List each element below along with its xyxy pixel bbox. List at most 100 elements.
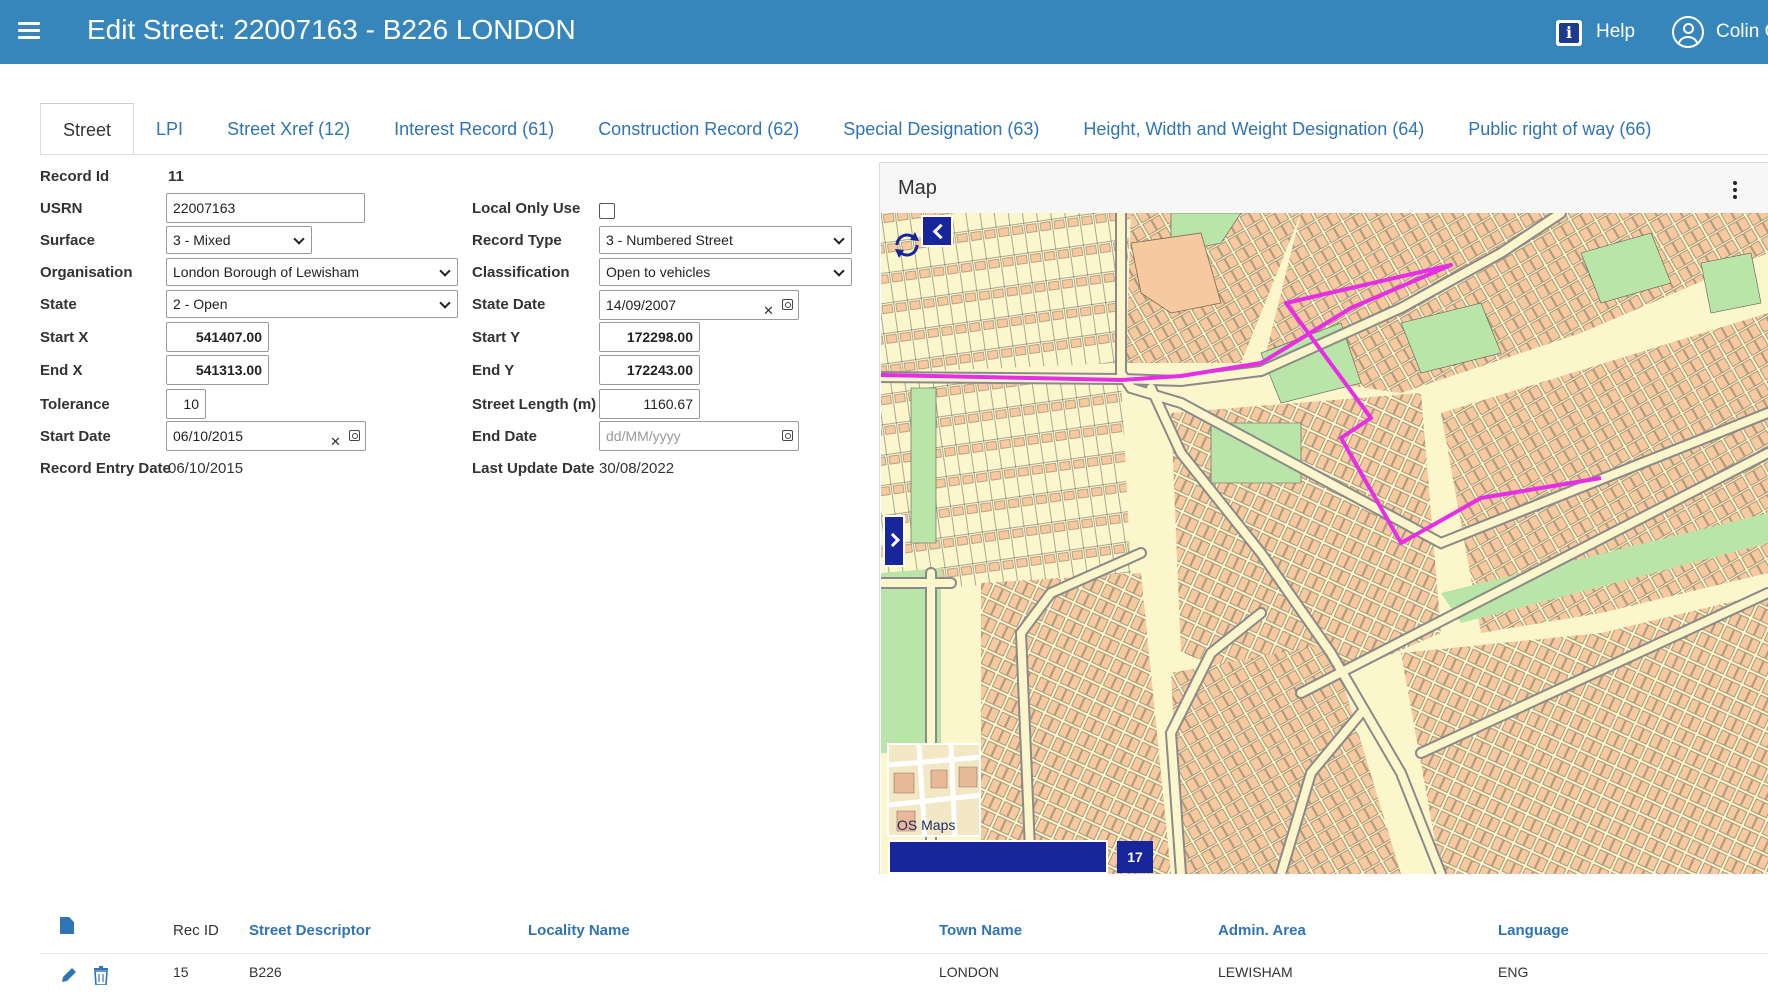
usrn-label: USRN — [40, 200, 83, 217]
start-y-input[interactable]: 172298.00 — [599, 322, 700, 352]
user-name[interactable]: Colin C — [1716, 21, 1768, 43]
street-length-input[interactable]: 1160.67 — [599, 389, 700, 419]
add-record-icon[interactable] — [60, 917, 74, 934]
edit-icon[interactable] — [60, 966, 78, 984]
expand-panel-button[interactable] — [883, 515, 905, 567]
column-header-town-name[interactable]: Town Name — [939, 922, 1022, 939]
start-date-value: 06/10/2015 — [173, 428, 244, 444]
help-link[interactable]: Help — [1596, 21, 1635, 43]
record-type-select[interactable]: 3 - Numbered Street — [599, 226, 852, 254]
column-header-locality-name[interactable]: Locality Name — [528, 922, 630, 939]
tab-street[interactable]: Street — [40, 103, 135, 155]
chevron-down-icon — [833, 233, 845, 245]
state-value: 2 - Open — [173, 296, 228, 312]
tolerance-label: Tolerance — [40, 396, 110, 413]
refresh-icon[interactable] — [889, 227, 925, 263]
cell-street-descriptor: B226 — [249, 964, 282, 980]
page-title: Edit Street: 22007163 - B226 LONDON — [87, 14, 576, 45]
calendar-icon[interactable] — [349, 430, 360, 441]
start-x-label: Start X — [40, 329, 89, 346]
start-y-label: Start Y — [472, 329, 521, 346]
start-x-input[interactable]: 541407.00 — [166, 322, 269, 352]
state-date-label: State Date — [472, 296, 546, 313]
column-header-street-descriptor[interactable]: Street Descriptor — [249, 922, 371, 939]
tab-height-width-weight[interactable]: Height, Width and Weight Designation (64… — [1061, 103, 1446, 155]
tab-interest-record[interactable]: Interest Record (61) — [372, 103, 576, 155]
usrn-input[interactable]: 22007163 — [166, 193, 365, 223]
map-tiles[interactable] — [881, 213, 1768, 874]
start-date-input[interactable]: 06/10/2015 ✕ — [166, 421, 366, 451]
street-length-label: Street Length (m) — [472, 396, 597, 413]
map-canvas[interactable]: OS Maps 17 — [881, 213, 1768, 874]
cell-town-name: LONDON — [939, 964, 999, 980]
tab-street-xref[interactable]: Street Xref (12) — [205, 103, 372, 155]
organisation-select[interactable]: London Borough of Lewisham — [166, 258, 458, 286]
collapse-panel-button[interactable] — [921, 215, 953, 247]
record-entry-date-value: 06/10/2015 — [168, 460, 244, 477]
last-update-date-label: Last Update Date — [472, 460, 595, 477]
record-type-label: Record Type — [472, 232, 562, 249]
map-header: Map — [880, 163, 1768, 213]
zoom-level-badge: 17 — [1117, 841, 1153, 873]
classification-select[interactable]: Open to vehicles — [599, 258, 852, 286]
local-only-use-checkbox[interactable] — [599, 203, 615, 219]
chevron-down-icon — [439, 297, 451, 309]
tab-bar: Street LPI Street Xref (12) Interest Rec… — [40, 103, 1673, 155]
top-app-bar: Edit Street: 22007163 - B226 LONDON i He… — [0, 0, 1768, 64]
calendar-icon[interactable] — [782, 299, 793, 310]
surface-select[interactable]: 3 - Mixed — [166, 226, 312, 254]
cell-language: ENG — [1498, 964, 1529, 980]
basemap-label: OS Maps — [897, 817, 956, 833]
end-date-input[interactable]: dd/MM/yyyy — [599, 421, 799, 451]
user-avatar-icon[interactable] — [1672, 16, 1704, 48]
clear-icon[interactable]: ✕ — [763, 297, 774, 319]
end-y-input[interactable]: 172243.00 — [599, 355, 700, 385]
info-icon[interactable]: i — [1556, 20, 1582, 46]
state-date-value: 14/09/2007 — [606, 297, 677, 313]
end-x-input[interactable]: 541313.00 — [166, 355, 269, 385]
surface-label: Surface — [40, 232, 96, 249]
end-x-label: End X — [40, 362, 83, 379]
cell-rec-id: 15 — [173, 964, 189, 980]
menu-icon[interactable] — [18, 22, 40, 40]
surface-value: 3 - Mixed — [173, 232, 231, 248]
last-update-date-value: 30/08/2022 — [599, 460, 675, 477]
tab-construction-record[interactable]: Construction Record (62) — [576, 103, 821, 155]
tab-divider — [40, 154, 1768, 155]
map-title: Map — [898, 177, 937, 199]
tab-lpi[interactable]: LPI — [134, 103, 205, 155]
chevron-down-icon — [833, 265, 845, 277]
clear-icon[interactable]: ✕ — [330, 428, 341, 450]
end-date-label: End Date — [472, 428, 538, 445]
classification-value: Open to vehicles — [606, 264, 711, 280]
cell-admin-area: LEWISHAM — [1218, 964, 1293, 980]
record-id-value: 11 — [168, 168, 184, 185]
start-date-label: Start Date — [40, 428, 111, 445]
column-header-language[interactable]: Language — [1498, 922, 1569, 939]
delete-icon[interactable] — [93, 966, 109, 985]
tolerance-input[interactable]: 10 — [166, 389, 206, 419]
state-date-input[interactable]: 14/09/2007 ✕ — [599, 290, 799, 320]
record-type-value: 3 - Numbered Street — [606, 232, 733, 248]
map-panel: Map OS Maps 17 — [879, 162, 1768, 874]
record-entry-date-label: Record Entry Date — [40, 460, 171, 477]
record-id-label: Record Id — [40, 168, 110, 185]
scale-bar — [888, 840, 1108, 874]
chevron-down-icon — [439, 265, 451, 277]
calendar-icon[interactable] — [782, 430, 793, 441]
column-header-rec-id[interactable]: Rec ID — [173, 922, 219, 939]
tab-special-designation[interactable]: Special Designation (63) — [821, 103, 1061, 155]
end-date-placeholder: dd/MM/yyyy — [606, 428, 681, 444]
end-y-label: End Y — [472, 362, 515, 379]
organisation-value: London Borough of Lewisham — [173, 264, 360, 280]
basemap-switcher[interactable]: OS Maps — [887, 743, 981, 837]
local-only-use-label: Local Only Use — [472, 200, 581, 217]
column-header-admin-area[interactable]: Admin. Area — [1218, 922, 1306, 939]
more-options-icon[interactable] — [1733, 181, 1739, 199]
organisation-label: Organisation — [40, 264, 133, 281]
classification-label: Classification — [472, 264, 570, 281]
state-label: State — [40, 296, 77, 313]
tab-public-right-of-way[interactable]: Public right of way (66) — [1446, 103, 1673, 155]
chevron-down-icon — [293, 233, 305, 245]
state-select[interactable]: 2 - Open — [166, 290, 458, 318]
